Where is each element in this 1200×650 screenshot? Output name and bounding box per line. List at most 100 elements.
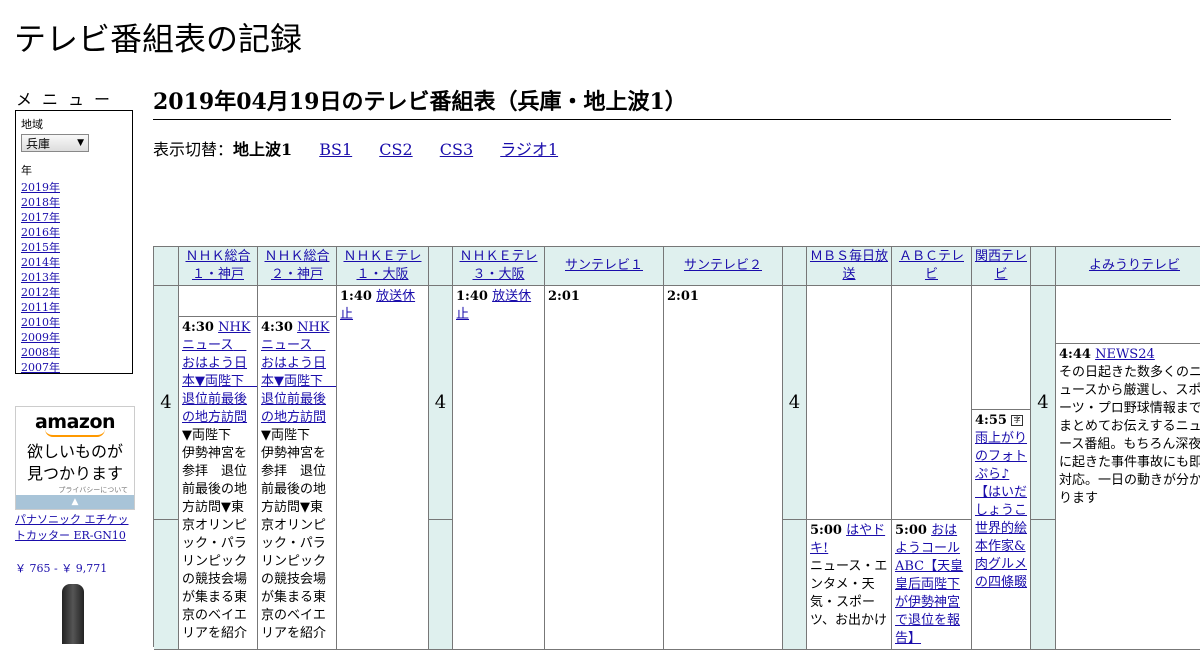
- year-link-2012[interactable]: 2012年: [21, 286, 60, 299]
- channel-link[interactable]: サンテレビ１: [565, 257, 643, 275]
- program-time: 1:40: [456, 289, 488, 304]
- amazon-privacy-link[interactable]: プライバシーについて: [16, 485, 134, 495]
- channel-header[interactable]: 関西テレビ: [972, 247, 1031, 286]
- program-time: 5:00: [895, 523, 927, 538]
- product-link[interactable]: パナソニック エチケットカッター ER-GN10: [15, 512, 135, 544]
- amazon-ad-banner[interactable]: amazon 欲しいものが 見つかります プライバシーについて ▲: [15, 406, 135, 510]
- program-time: 4:30: [182, 320, 214, 335]
- channel-header[interactable]: ＡＢＣテレビ: [892, 247, 972, 286]
- program-cell-empty: [258, 286, 337, 317]
- region-label: 地域: [21, 118, 43, 131]
- program-title-link[interactable]: NHKニュース おはよう日本▼両陛下 退位前最後の地方訪問: [261, 320, 336, 425]
- year-link-2018[interactable]: 2018年: [21, 196, 60, 209]
- year-label: 年: [21, 164, 32, 177]
- program-time: 4:55: [975, 413, 1007, 428]
- program-cell: 4:30 NHKニュース おはよう日本▼両陛下 退位前最後の地方訪問 ▼両陛下 …: [179, 317, 258, 650]
- program-cell-empty: [179, 286, 258, 317]
- channel-link[interactable]: ＮＨＫＥテレ３・大阪: [455, 248, 542, 284]
- chevron-down-icon: ▼: [77, 138, 84, 148]
- program-title-link[interactable]: おはようコールABC【天皇皇后両陛下が伊勢神宮で退位を報告】: [895, 523, 963, 646]
- year-link-2007[interactable]: 2007年: [21, 361, 60, 374]
- display-switcher: 表示切替：地上波1 BS1 CS2 CS3 ラジオ1: [153, 136, 580, 160]
- program-time: 4:30: [261, 320, 293, 335]
- year-link-2017[interactable]: 2017年: [21, 211, 60, 224]
- channel-header[interactable]: ＮＨＫ総合２・神戸: [258, 247, 337, 286]
- year-list: 2019年 2018年 2017年 2016年 2015年 2014年 2013…: [21, 180, 127, 375]
- year-link-2015[interactable]: 2015年: [21, 241, 60, 254]
- hour-cell: 4: [783, 286, 807, 520]
- hour-cell-next: [1031, 520, 1056, 650]
- channel-link[interactable]: ＮＨＫ総合２・神戸: [260, 248, 334, 284]
- program-time: 2:01: [667, 289, 699, 304]
- hour-header-spacer: [1031, 247, 1056, 286]
- site-title: テレビ番組表の記録: [14, 20, 303, 58]
- hour-header-spacer: [783, 247, 807, 286]
- program-description: ▼両陛下 伊勢神宮を参拝 退位前最後の地方訪問▼東京オリンピック・パラリンピック…: [182, 428, 248, 641]
- hour-cell: 4: [1031, 286, 1056, 520]
- program-cell-empty: [1056, 286, 1200, 344]
- channel-link[interactable]: ＮＨＫＥテレ１・大阪: [339, 248, 426, 284]
- amazon-ad-text: 欲しいものが 見つかります: [16, 441, 134, 485]
- program-time: 5:00: [810, 523, 842, 538]
- program-cell-empty: [807, 286, 892, 520]
- amazon-ad-text-line2: 見つかります: [26, 464, 123, 483]
- year-link-2014[interactable]: 2014年: [21, 256, 60, 269]
- menu-box: 地域 兵庫 ▼ 年 2019年 2018年 2017年 2016年 2015年 …: [15, 110, 133, 374]
- year-link-2008[interactable]: 2008年: [21, 346, 60, 359]
- channel-link[interactable]: ＡＢＣテレビ: [894, 248, 969, 284]
- program-cell: 4:30 NHKニュース おはよう日本▼両陛下 退位前最後の地方訪問 ▼両陛下 …: [258, 317, 337, 650]
- program-cell: 2:01: [545, 286, 664, 650]
- program-cell-empty: [972, 286, 1031, 410]
- switch-label: 表示切替：: [153, 140, 234, 159]
- ad-scroll-bar[interactable]: ▲: [16, 495, 134, 509]
- program-cell: 2:01: [664, 286, 783, 650]
- switch-link-cs3[interactable]: CS3: [440, 140, 473, 159]
- program-title-link[interactable]: NEWS24: [1095, 347, 1155, 362]
- program-time: 4:44: [1059, 347, 1091, 362]
- amazon-ad-text-line1: 欲しいものが: [26, 442, 123, 461]
- hour-header-spacer: [429, 247, 453, 286]
- program-description: ▼両陛下 伊勢神宮を参拝 退位前最後の地方訪問▼東京オリンピック・パラリンピック…: [261, 428, 327, 641]
- channel-header[interactable]: ＮＨＫＥテレ１・大阪: [337, 247, 429, 286]
- region-select[interactable]: 兵庫 ▼: [21, 134, 89, 152]
- page-title: 2019年04月19日のテレビ番組表（兵庫・地上波1）: [153, 84, 1171, 120]
- product-price: ￥ 765 - ￥ 9,771: [15, 562, 108, 575]
- program-time: 1:40: [340, 289, 372, 304]
- program-title-link[interactable]: NHKニュース おはよう日本▼両陛下 退位前最後の地方訪問: [182, 320, 257, 425]
- channel-header[interactable]: サンテレビ１: [545, 247, 664, 286]
- product-image[interactable]: [62, 584, 84, 644]
- program-cell: 4:55 字 雨上がりのフォトぷら♪【はいだしょうこ世界的絵本作家&肉グルメの四…: [972, 410, 1031, 650]
- channel-link[interactable]: よみうりテレビ: [1089, 257, 1180, 275]
- channel-header[interactable]: ＮＨＫ総合１・神戸: [179, 247, 258, 286]
- hour-cell-next: [429, 520, 453, 650]
- hour-cell-next: [154, 520, 179, 650]
- year-link-2019[interactable]: 2019年: [21, 181, 60, 194]
- program-cell: 5:00 おはようコールABC【天皇皇后両陛下が伊勢神宮で退位を報告】: [892, 520, 972, 650]
- hour-cell: 4: [154, 286, 179, 520]
- year-link-2013[interactable]: 2013年: [21, 271, 60, 284]
- program-cell: 1:40 放送休止: [337, 286, 429, 650]
- year-link-2009[interactable]: 2009年: [21, 331, 60, 344]
- program-cell: 5:00 はやドキ! ニュース・エンタメ・天気・スポーツ、お出かけ: [807, 520, 892, 650]
- channel-link[interactable]: サンテレビ２: [684, 257, 762, 275]
- year-link-2011[interactable]: 2011年: [21, 301, 60, 314]
- channel-link[interactable]: 関西テレビ: [974, 248, 1028, 284]
- channel-link[interactable]: ＮＨＫ総合１・神戸: [181, 248, 255, 284]
- year-link-2010[interactable]: 2010年: [21, 316, 60, 329]
- channel-header[interactable]: よみうりテレビ: [1056, 247, 1200, 286]
- channel-header[interactable]: ＭＢＳ毎日放送: [807, 247, 892, 286]
- switch-link-bs1[interactable]: BS1: [319, 140, 352, 159]
- program-description: ニュース・エンタメ・天気・スポーツ、お出かけ: [810, 559, 888, 628]
- program-cell-empty: [892, 286, 972, 520]
- program-time: 2:01: [548, 289, 580, 304]
- channel-header[interactable]: サンテレビ２: [664, 247, 783, 286]
- program-cell: 4:44 NEWS24 その日起きた数多くのニュースから厳選し、スポーツ・プロ野…: [1056, 344, 1200, 650]
- channel-header[interactable]: ＮＨＫＥテレ３・大阪: [453, 247, 545, 286]
- schedule-grid: ＮＨＫ総合１・神戸 ＮＨＫ総合２・神戸 ＮＨＫＥテレ１・大阪 ＮＨＫＥテレ３・大…: [153, 246, 1200, 650]
- year-link-2016[interactable]: 2016年: [21, 226, 60, 239]
- channel-link[interactable]: ＭＢＳ毎日放送: [809, 248, 889, 284]
- closed-caption-icon: 字: [1011, 415, 1024, 426]
- program-title-link[interactable]: 雨上がりのフォトぷら♪【はいだしょうこ世界的絵本作家&肉グルメの四條畷: [975, 431, 1027, 590]
- switch-link-cs2[interactable]: CS2: [379, 140, 412, 159]
- switch-link-radio1[interactable]: ラジオ1: [500, 140, 558, 159]
